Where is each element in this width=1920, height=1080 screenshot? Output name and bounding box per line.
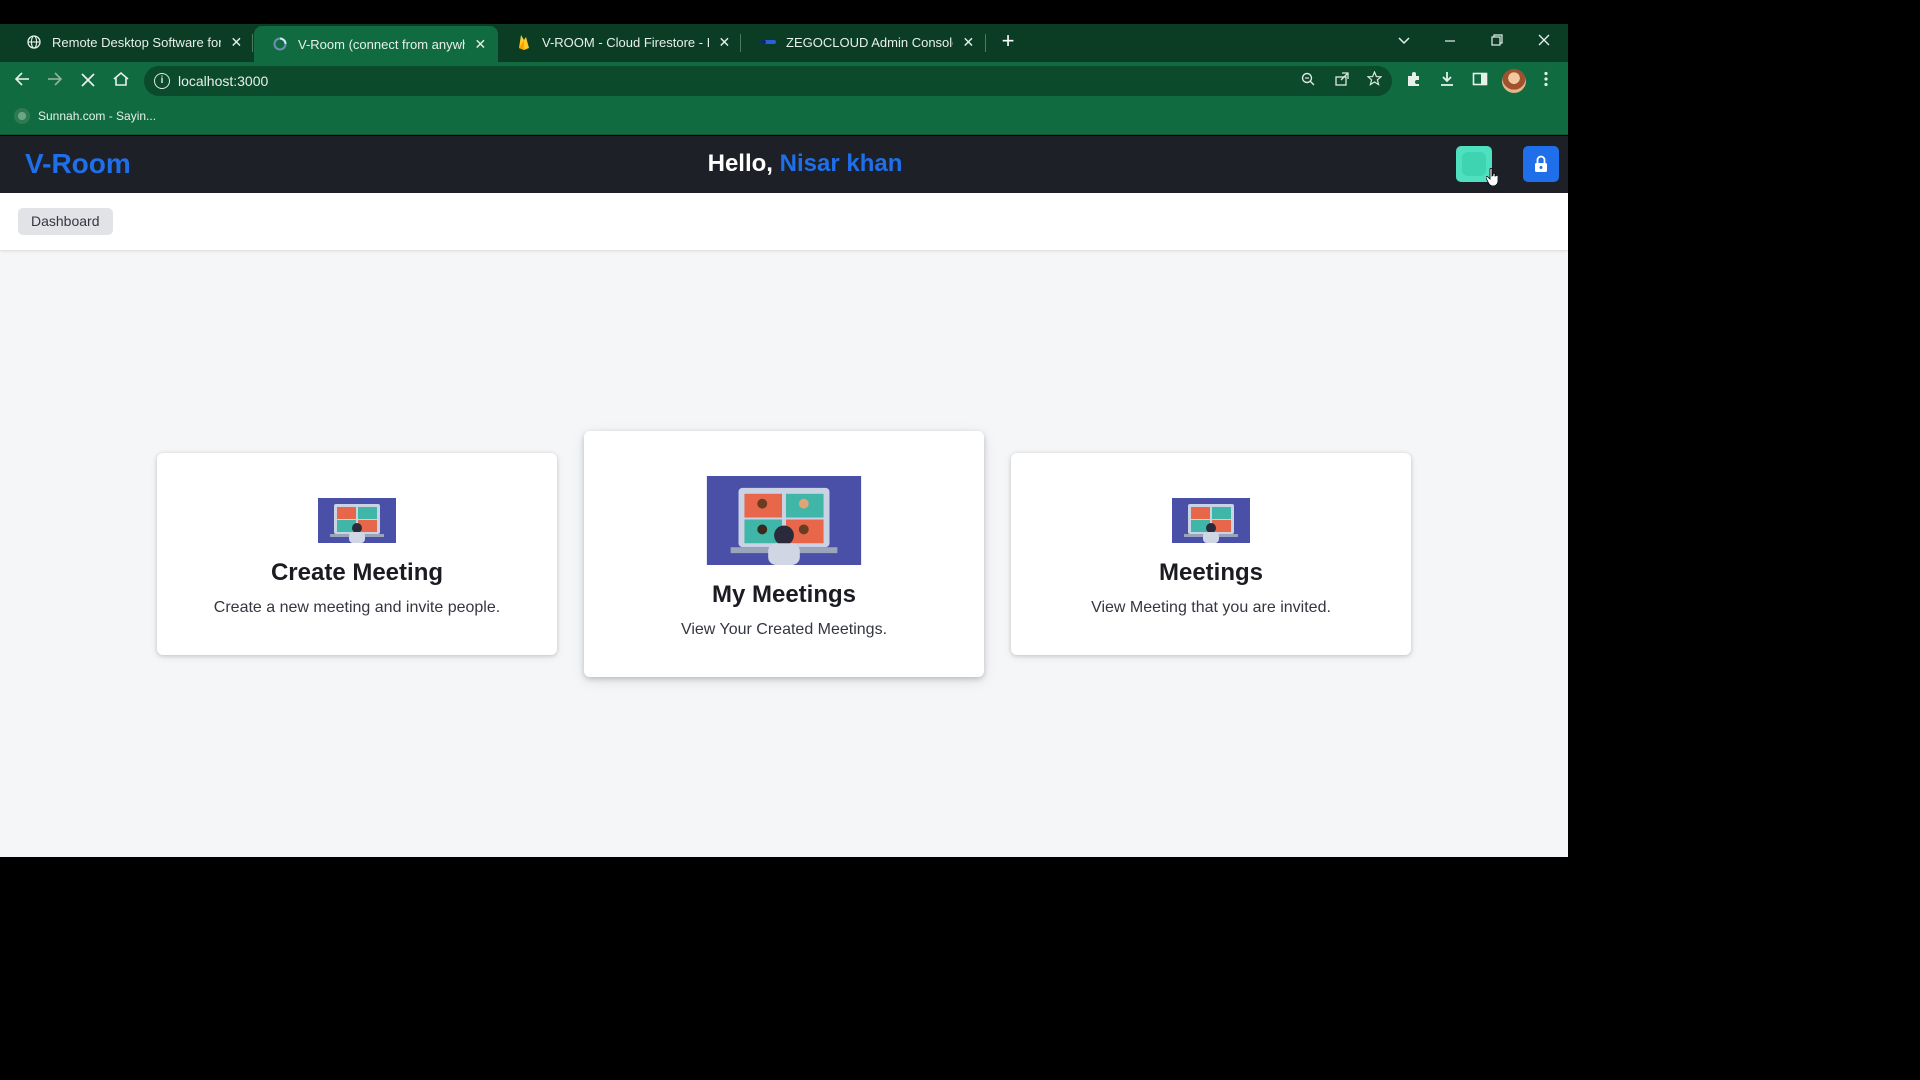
tab-separator <box>985 34 986 52</box>
stop-loading-icon[interactable] <box>76 69 100 93</box>
tab-firestore[interactable]: V-ROOM - Cloud Firestore - Fire ✕ <box>498 24 742 60</box>
tab-close-icon[interactable]: ✕ <box>473 36 488 53</box>
sunnah-icon <box>14 108 30 124</box>
forward-arrow-icon[interactable] <box>43 69 67 93</box>
breadcrumb-dashboard[interactable]: Dashboard <box>18 208 113 235</box>
bookmarks-bar: Sunnah.com - Sayin... <box>0 100 1568 135</box>
tab-title: V-ROOM - Cloud Firestore - Fire <box>542 34 709 50</box>
greeting-prefix: Hello, <box>707 150 780 177</box>
card-description: View Your Created Meetings. <box>680 621 888 638</box>
extensions-puzzle-icon[interactable] <box>1404 71 1424 91</box>
tab-separator <box>252 34 253 52</box>
card-title: My Meetings <box>711 581 857 608</box>
video-meeting-illustration <box>318 498 396 543</box>
zoom-icon[interactable] <box>1298 71 1318 91</box>
home-icon[interactable] <box>109 69 133 93</box>
taskbar-strip <box>0 857 1568 882</box>
minimize-icon[interactable] <box>1430 28 1470 56</box>
close-window-icon[interactable] <box>1524 28 1564 56</box>
bookmark-sunnah[interactable]: Sunnah.com - Sayin... <box>14 108 156 124</box>
browser-menu-kebab-icon[interactable] <box>1536 71 1556 91</box>
back-arrow-icon[interactable] <box>10 69 34 93</box>
meetings-card[interactable]: Meetings View Meeting that you are invit… <box>1011 453 1411 655</box>
bookmark-star-icon[interactable] <box>1364 70 1384 91</box>
app-header: V-Room Hello, Nisar khan <box>0 136 1568 193</box>
lock-icon <box>1535 155 1547 172</box>
side-panel-icon[interactable] <box>1470 71 1490 91</box>
tab-title: Remote Desktop Software for Wi <box>52 34 221 50</box>
avatar <box>1462 152 1486 176</box>
loading-spinner-icon <box>272 36 288 52</box>
tab-title: ZEGOCLOUD Admin Console - O <box>786 34 953 50</box>
share-icon[interactable] <box>1332 71 1352 91</box>
address-bar[interactable]: i localhost:3000 <box>144 66 1392 96</box>
mouse-cursor-icon <box>1486 168 1498 186</box>
download-icon[interactable] <box>1437 71 1457 91</box>
tab-search-chevron-down-icon[interactable] <box>1384 28 1424 56</box>
browser-window: Remote Desktop Software for Wi ✕ V-Room … <box>0 0 1568 882</box>
new-tab-button[interactable]: + <box>996 30 1020 54</box>
user-name: Nisar khan <box>779 150 903 177</box>
logout-button[interactable] <box>1523 146 1559 182</box>
globe-icon <box>26 34 42 50</box>
tab-zegocloud[interactable]: ZEGOCLOUD Admin Console - O ✕ <box>742 24 986 60</box>
tab-v-room[interactable]: V-Room (connect from anywhere ✕ <box>254 26 498 62</box>
tab-remote-desktop[interactable]: Remote Desktop Software for Wi ✕ <box>8 24 254 60</box>
zegocloud-icon <box>760 34 776 50</box>
card-description: Create a new meeting and invite people. <box>213 599 501 616</box>
my-meetings-card[interactable]: My Meetings View Your Created Meetings. <box>584 431 984 677</box>
tab-title: V-Room (connect from anywhere <box>298 36 465 52</box>
tab-close-icon[interactable]: ✕ <box>717 34 732 51</box>
site-info-icon[interactable]: i <box>154 73 170 89</box>
tab-strip: Remote Desktop Software for Wi ✕ V-Room … <box>0 24 1568 62</box>
restore-icon[interactable] <box>1477 28 1517 56</box>
profile-avatar[interactable] <box>1502 69 1526 93</box>
greeting: Hello, Nisar khan <box>0 150 1610 178</box>
card-description: View Meeting that you are invited. <box>1091 599 1331 616</box>
browser-toolbar: i localhost:3000 <box>0 62 1568 100</box>
card-title: Meetings <box>1158 559 1263 586</box>
create-meeting-card[interactable]: Create Meeting Create a new meeting and … <box>157 453 557 655</box>
tab-close-icon[interactable]: ✕ <box>961 34 976 51</box>
breadcrumb: Dashboard <box>0 193 1568 250</box>
tab-close-icon[interactable]: ✕ <box>229 34 244 51</box>
video-meeting-illustration <box>706 476 862 565</box>
bookmark-label: Sunnah.com - Sayin... <box>38 109 157 123</box>
tab-separator <box>740 34 741 52</box>
app-viewport: V-Room Hello, Nisar khan Dashboard Creat… <box>0 136 1568 857</box>
url-text[interactable]: localhost:3000 <box>178 73 268 89</box>
video-meeting-illustration <box>1172 498 1250 543</box>
card-title: Create Meeting <box>270 559 444 586</box>
firebase-icon <box>516 34 532 50</box>
